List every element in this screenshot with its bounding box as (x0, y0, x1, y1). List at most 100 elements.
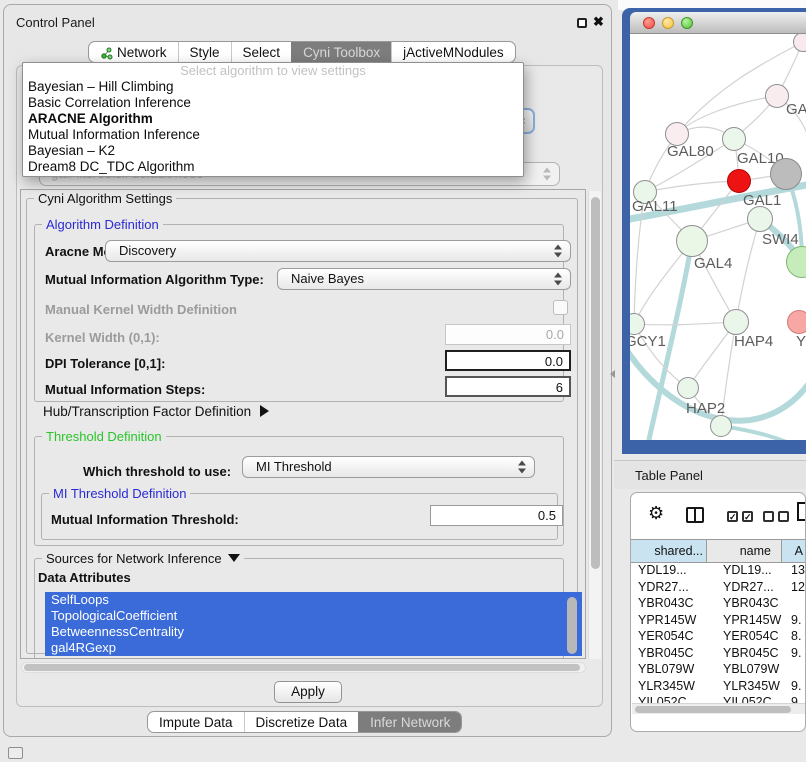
table-row[interactable]: YBR043CYBR043C (631, 596, 806, 613)
close-panel-button[interactable]: ✖ (593, 14, 604, 30)
settings-vertical-scrollbar[interactable] (588, 191, 601, 659)
sources-group-title[interactable]: Sources for Network Inference (42, 551, 244, 566)
combo-arrows-icon (554, 245, 563, 258)
attribute-item-selfloops[interactable]: SelfLoops (45, 592, 582, 608)
tab-impute-data[interactable]: Impute Data (148, 712, 244, 732)
tab-style[interactable]: Style (178, 42, 231, 62)
algorithm-option-bayesian-hill-climbing[interactable]: Bayesian – Hill Climbing (23, 79, 523, 95)
table-cell: YBR043C (707, 596, 782, 613)
sources-title-text: Sources for Network Inference (46, 551, 222, 566)
network-canvas[interactable]: GALGAL80GAL10GAL1GAL11GAL4SWI4GCY1HAP4YH… (630, 34, 806, 440)
network-node[interactable] (770, 158, 802, 190)
network-node[interactable] (710, 415, 732, 437)
table-cell (782, 662, 806, 679)
minimized-panel-icon[interactable] (8, 747, 23, 759)
mi-steps-label: Mutual Information Steps: (45, 382, 205, 397)
kernel-width-field[interactable]: 0.0 (445, 324, 571, 345)
table-cell (782, 596, 806, 613)
algorithm-option-basic-correlation-inference[interactable]: Basic Correlation Inference (23, 95, 523, 111)
node-label: SWI4 (762, 231, 799, 248)
mi-steps-field[interactable]: 6 (445, 376, 571, 397)
network-node-swi4[interactable] (747, 206, 773, 232)
node-label: GAL (786, 101, 806, 118)
table-row[interactable]: YBL079WYBL079W (631, 662, 806, 679)
combo-arrows-icon (554, 273, 563, 286)
table-cell: YDR27... (631, 580, 707, 597)
table-row[interactable]: YDR27...YDR27...12 (631, 580, 806, 597)
table-row[interactable]: YER054CYER054C8. (631, 629, 806, 646)
hub-definition-label: Hub/Transcription Factor Definition (43, 404, 251, 419)
algorithm-definition-title: Algorithm Definition (42, 217, 163, 232)
network-node-hap4[interactable] (723, 309, 749, 335)
settings-horizontal-scrollbar[interactable] (21, 662, 586, 673)
tab-infer-network[interactable]: Infer Network (358, 712, 461, 732)
dpi-tolerance-label: DPI Tolerance [0,1]: (45, 356, 165, 371)
table-panel-body: ⚙ ✓✓ shared...nameA YDL19...YDL19...13YD… (630, 492, 806, 732)
apply-button[interactable]: Apply (274, 681, 342, 703)
tab-network[interactable]: Network (89, 42, 178, 62)
which-threshold-select[interactable]: MI Threshold (242, 456, 535, 478)
node-label: Y (796, 333, 806, 350)
data-attributes-list: SelfLoopsTopologicalCoefficientBetweenne… (45, 592, 582, 659)
table-horizontal-scrollbar[interactable] (632, 703, 806, 714)
tab-select[interactable]: Select (231, 42, 292, 62)
algorithm-option-aracne-algorithm[interactable]: ARACNE Algorithm (23, 111, 523, 127)
node-label: GAL11 (632, 198, 678, 215)
gear-icon[interactable]: ⚙ (648, 503, 664, 524)
table-row[interactable]: YLR345WYLR345W9. (631, 679, 806, 696)
dpi-tolerance-field[interactable]: 0.0 (445, 350, 571, 371)
tab-discretize-data[interactable]: Discretize Data (244, 712, 359, 732)
tab-jactivemnodules[interactable]: jActiveMNodules (391, 42, 515, 62)
select-all-columns-icon[interactable]: ✓✓ (727, 511, 753, 522)
table-row[interactable]: YDL19...YDL19...13 (631, 563, 806, 580)
minimize-window-icon[interactable] (662, 17, 674, 29)
mi-threshold-field[interactable]: 0.5 (430, 505, 563, 526)
cyni-algorithm-settings-title: Cyni Algorithm Settings (34, 191, 176, 206)
table-panel-titlebar: Table Panel (614, 460, 806, 489)
table-cell: YDL19... (631, 563, 707, 580)
manual-kernel-checkbox[interactable] (553, 300, 568, 315)
network-node-gal10[interactable] (722, 127, 746, 151)
table-cell: YER054C (631, 629, 707, 646)
panel-collapse-arrow-icon[interactable] (610, 370, 615, 378)
attribute-item-topologicalcoefficient[interactable]: TopologicalCoefficient (45, 608, 582, 624)
deselect-all-columns-icon[interactable] (763, 511, 789, 522)
node-label: GCY1 (630, 333, 666, 350)
float-window-button[interactable] (577, 18, 587, 28)
network-node-gal4[interactable] (676, 225, 708, 257)
column-settings-icon[interactable] (686, 507, 704, 523)
algorithm-dropdown-list: Select algorithm to view settings Bayesi… (22, 62, 524, 177)
aracne-mode-select[interactable]: Discovery (105, 240, 571, 262)
export-table-icon[interactable] (797, 502, 806, 521)
close-window-icon[interactable] (643, 17, 655, 29)
zoom-window-icon[interactable] (681, 17, 693, 29)
column-header-name[interactable]: name (707, 540, 782, 562)
hub-definition-toggle[interactable]: Hub/Transcription Factor Definition (43, 404, 269, 419)
tab-cyni-toolbox[interactable]: Cyni Toolbox (291, 42, 391, 62)
column-header-shared[interactable]: shared... (631, 540, 707, 562)
table-header-row: shared...nameA (631, 539, 806, 563)
algorithm-option-mutual-information-inference[interactable]: Mutual Information Inference (23, 127, 523, 143)
manual-kernel-label: Manual Kernel Width Definition (45, 302, 237, 317)
table-row[interactable]: YPR145WYPR145W9. (631, 613, 806, 630)
mi-type-select[interactable]: Naive Bayes (277, 268, 571, 290)
network-node-y[interactable] (787, 310, 806, 334)
table-cell: YBR045C (707, 646, 782, 663)
algorithm-option-dream8-dc-tdc-algorithm[interactable]: Dream8 DC_TDC Algorithm (23, 159, 523, 175)
network-node-hap2[interactable] (677, 377, 699, 399)
attribute-item-gal4rgexp[interactable]: gal4RGexp (45, 640, 582, 656)
expand-right-icon (260, 405, 269, 417)
network-node-gal1[interactable] (727, 169, 751, 193)
column-header-a[interactable]: A (782, 540, 806, 562)
settings-scroll-viewport: Cyni Algorithm Settings Algorithm Defini… (20, 189, 586, 659)
algorithm-option-bayesian-k2[interactable]: Bayesian – K2 (23, 143, 523, 159)
table-cell: 12 (782, 580, 806, 597)
attributes-list-scrollbar[interactable] (567, 597, 577, 654)
attribute-item-betweennesscentrality[interactable]: BetweennessCentrality (45, 624, 582, 640)
table-panel-title: Table Panel (635, 468, 703, 483)
network-window-titlebar[interactable] (630, 12, 806, 34)
table-cell: YBL079W (631, 662, 707, 679)
node-label: GAL80 (667, 143, 714, 160)
collapse-down-icon (228, 554, 240, 562)
table-row[interactable]: YBR045CYBR045C9. (631, 646, 806, 663)
